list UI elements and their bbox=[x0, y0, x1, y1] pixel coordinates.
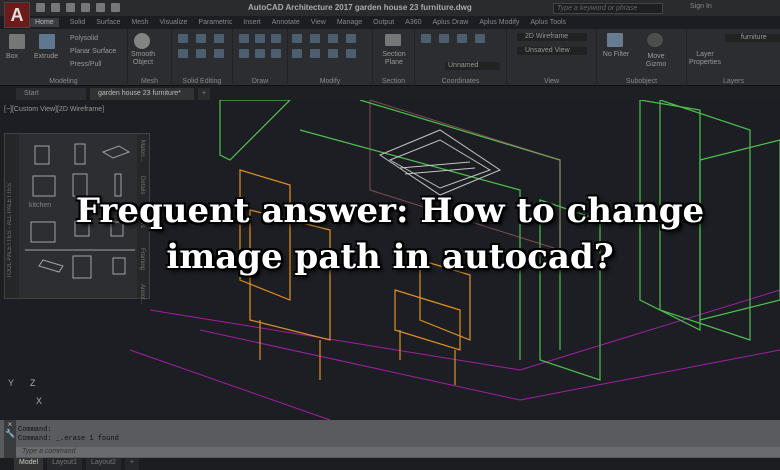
named-view-dropdown[interactable]: Unsaved View bbox=[517, 47, 587, 55]
polysolid-button[interactable]: Polysolid bbox=[70, 35, 98, 43]
subobject-panel: No Filter Move Gizmo Subobject bbox=[597, 29, 687, 86]
subobject-label[interactable]: Subobject bbox=[597, 78, 686, 85]
command-history: Command: Command: _.erase 1 found bbox=[18, 426, 119, 444]
tab-parametric[interactable]: Parametric bbox=[198, 19, 232, 26]
layer-dropdown[interactable]: furniture bbox=[725, 34, 780, 42]
document-tabs: Start garden house 23 furniture* + bbox=[0, 86, 780, 100]
tab-insert[interactable]: Insert bbox=[243, 19, 261, 26]
tab-layout1[interactable]: Layout1 bbox=[47, 458, 82, 470]
window-title: AutoCAD Architecture 2017 garden house 2… bbox=[248, 3, 472, 12]
layers-label[interactable]: Layers bbox=[687, 78, 780, 85]
modify-label[interactable]: Modify bbox=[288, 78, 372, 85]
visual-style-dropdown[interactable]: 2D Wireframe bbox=[517, 33, 587, 41]
tab-annotate[interactable]: Annotate bbox=[272, 19, 300, 26]
presspull-button[interactable]: Press/Pull bbox=[70, 61, 102, 69]
new-icon[interactable] bbox=[36, 3, 45, 12]
section-plane-button[interactable]: Section Plane bbox=[379, 51, 409, 67]
layers-panel: Layer Properties furniture Layers bbox=[687, 29, 780, 86]
palette-tab-annotation[interactable]: Annot... bbox=[139, 284, 145, 314]
modeling-label[interactable]: Modeling bbox=[0, 78, 127, 85]
tab-a360[interactable]: A360 bbox=[405, 19, 421, 26]
open-icon[interactable] bbox=[51, 3, 60, 12]
box-button[interactable]: Box bbox=[6, 53, 18, 61]
print-icon[interactable] bbox=[96, 3, 105, 12]
solid-editing-panel: Solid Editing bbox=[172, 29, 233, 86]
smooth-object-icon bbox=[134, 33, 150, 49]
ucs-dropdown[interactable]: Unnamed bbox=[445, 62, 500, 70]
tab-aplus-draw[interactable]: Aplus Draw bbox=[433, 19, 469, 26]
coordinates-label[interactable]: Coordinates bbox=[415, 78, 506, 85]
quick-access-toolbar bbox=[36, 3, 120, 12]
layout-tabs: Model Layout1 Layout2 + bbox=[0, 458, 780, 470]
article-title-overlay: Frequent answer: How to change image pat… bbox=[0, 188, 780, 280]
undo-icon[interactable] bbox=[111, 3, 120, 12]
ribbon: Box Extrude Polysolid Planar Surface Pre… bbox=[0, 29, 780, 86]
tab-layout2[interactable]: Layout2 bbox=[86, 458, 121, 470]
section-label[interactable]: Section bbox=[373, 78, 414, 85]
tab-aplus-tools[interactable]: Aplus Tools bbox=[530, 19, 566, 26]
tab-surface[interactable]: Surface bbox=[96, 19, 120, 26]
command-line: × 🔧 Command: Command: _.erase 1 found Typ… bbox=[0, 420, 780, 458]
mesh-label[interactable]: Mesh bbox=[128, 78, 171, 85]
command-input[interactable]: Type a command bbox=[16, 447, 780, 457]
sign-in-button[interactable]: Sign In bbox=[690, 3, 712, 10]
application-menu-button[interactable]: A bbox=[4, 2, 30, 28]
search-input[interactable]: Type a keyword or phrase bbox=[553, 3, 663, 14]
modeling-panel: Box Extrude Polysolid Planar Surface Pre… bbox=[0, 29, 128, 86]
ucs-y-label: Y bbox=[8, 378, 15, 388]
layer-properties-button[interactable]: Layer Properties bbox=[687, 51, 723, 67]
tab-output[interactable]: Output bbox=[373, 19, 394, 26]
save-as-icon[interactable] bbox=[81, 3, 90, 12]
planar-surface-button[interactable]: Planar Surface bbox=[70, 48, 116, 56]
tab-manage[interactable]: Manage bbox=[337, 19, 362, 26]
box-icon bbox=[9, 34, 25, 49]
tab-solid[interactable]: Solid bbox=[70, 19, 86, 26]
tab-model[interactable]: Model bbox=[14, 458, 44, 470]
no-filter-button[interactable]: No Filter bbox=[601, 51, 631, 59]
smooth-object-button[interactable]: Smooth Object bbox=[130, 51, 156, 67]
tab-view[interactable]: View bbox=[311, 19, 326, 26]
section-plane-icon bbox=[385, 34, 401, 46]
command-history-line: Command: _.erase 1 found bbox=[18, 435, 119, 443]
tab-mesh[interactable]: Mesh bbox=[131, 19, 148, 26]
save-icon[interactable] bbox=[66, 3, 75, 12]
title-bar: A AutoCAD Architecture 2017 garden house… bbox=[0, 0, 780, 28]
tab-home[interactable]: Home bbox=[30, 18, 59, 27]
solid-editing-label[interactable]: Solid Editing bbox=[172, 78, 232, 85]
filter-icon bbox=[607, 33, 623, 47]
view-label[interactable]: View bbox=[507, 78, 596, 85]
draw-label[interactable]: Draw bbox=[233, 78, 287, 85]
ribbon-tabs: Home Solid Surface Mesh Visualize Parame… bbox=[30, 16, 566, 29]
ucs-z-label: Z bbox=[30, 378, 36, 388]
viewport-controls[interactable]: [−][Custom View][2D Wireframe] bbox=[4, 106, 104, 113]
title-line-2: image path in autocad? bbox=[166, 237, 614, 277]
tab-start[interactable]: Start bbox=[16, 88, 86, 100]
coordinates-panel: Unnamed Coordinates bbox=[415, 29, 507, 86]
gizmo-icon bbox=[647, 33, 663, 47]
command-close-icon[interactable]: × 🔧 bbox=[4, 420, 16, 458]
mesh-panel: Smooth Object Mesh bbox=[128, 29, 172, 86]
extrude-button[interactable]: Extrude bbox=[34, 53, 58, 61]
new-tab-button[interactable]: + bbox=[198, 88, 211, 100]
tab-visualize[interactable]: Visualize bbox=[160, 19, 188, 26]
ucs-x-label: X bbox=[36, 396, 43, 406]
modify-panel: Modify bbox=[288, 29, 373, 86]
palette-tab-materials[interactable]: Materi... bbox=[139, 140, 145, 170]
move-gizmo-button[interactable]: Move Gizmo bbox=[641, 53, 671, 69]
tab-aplus-modify[interactable]: Aplus Modify bbox=[479, 19, 519, 26]
view-panel: 2D Wireframe Unsaved View View bbox=[507, 29, 597, 86]
draw-panel: Draw bbox=[233, 29, 288, 86]
section-panel: Section Plane Section bbox=[373, 29, 415, 86]
extrude-icon bbox=[39, 34, 55, 49]
tab-drawing[interactable]: garden house 23 furniture* bbox=[90, 88, 194, 100]
command-history-line: Command: bbox=[18, 426, 52, 434]
title-line-1: Frequent answer: How to change bbox=[75, 191, 705, 231]
add-layout-button[interactable]: + bbox=[124, 458, 140, 470]
